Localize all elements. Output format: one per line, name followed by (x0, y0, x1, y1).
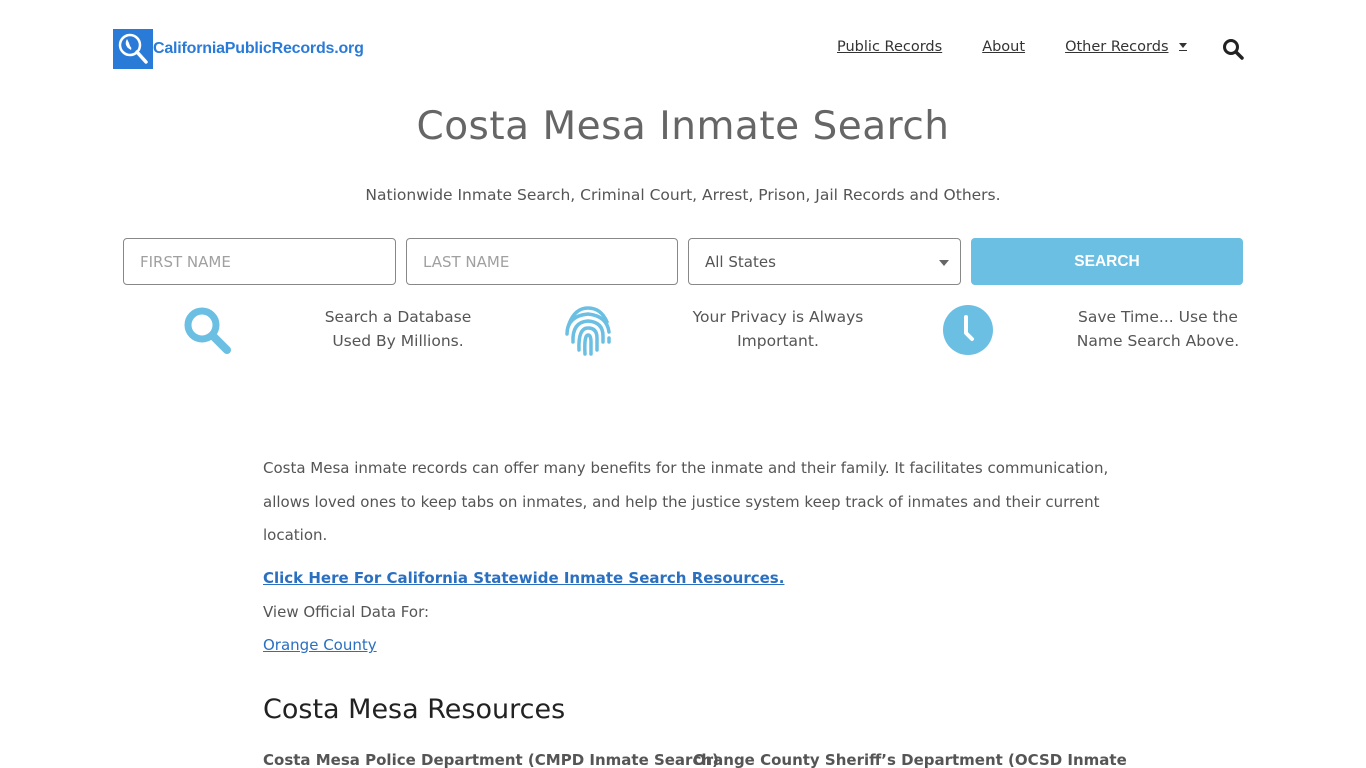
feature-text-save-time: Save Time... Use the Name Search Above. (1076, 308, 1240, 350)
intro-paragraph: Costa Mesa inmate records can offer many… (263, 459, 1109, 544)
logo-magnifier-icon (113, 29, 153, 69)
nav-about[interactable]: About (982, 39, 1025, 55)
last-name-input[interactable] (406, 238, 678, 285)
inmate-search-form: All States SEARCH (123, 238, 1243, 285)
nav-other-records-wrap[interactable]: Other Records (1065, 39, 1187, 55)
resource-item[interactable]: Orange County Sheriff’s Department (OCSD… (693, 751, 1127, 768)
clock-icon (941, 304, 995, 362)
statewide-resources-link[interactable]: Click Here For California Statewide Inma… (263, 569, 784, 587)
main-nav: Public Records About Other Records (837, 39, 1187, 55)
state-select-value: All States (705, 252, 776, 271)
page-title: Costa Mesa Inmate Search (416, 104, 950, 149)
feature-text-privacy: Your Privacy is Always Important. (692, 308, 864, 350)
page-subtitle: Nationwide Inmate Search, Criminal Court… (365, 186, 1001, 204)
view-official-label: View Official Data For: (263, 603, 430, 621)
magnifier-icon (181, 304, 235, 362)
nav-public-records[interactable]: Public Records (837, 39, 942, 55)
nav-other-records[interactable]: Other Records (1065, 39, 1168, 55)
state-select[interactable]: All States (688, 238, 961, 285)
features-row: Search a Database Used By Millions. Your… (123, 300, 1243, 370)
search-button[interactable]: SEARCH (971, 238, 1243, 285)
resources-heading: Costa Mesa Resources (263, 694, 566, 725)
resource-item[interactable]: Costa Mesa Police Department (CMPD Inmat… (263, 751, 719, 768)
first-name-input[interactable] (123, 238, 396, 285)
chevron-down-icon[interactable] (1178, 42, 1187, 51)
site-logo[interactable]: CaliforniaPublicRecords.org (113, 29, 364, 69)
logo-text: CaliforniaPublicRecords.org (153, 40, 364, 57)
fingerprint-icon (561, 304, 615, 362)
caret-down-icon (939, 260, 949, 266)
search-icon[interactable] (1222, 38, 1246, 62)
feature-text-database: Search a Database Used By Millions. (324, 308, 472, 350)
main-content: Costa Mesa inmate records can offer many… (263, 452, 1113, 553)
orange-county-link[interactable]: Orange County (263, 636, 377, 654)
site-header: CaliforniaPublicRecords.org Public Recor… (0, 0, 1366, 100)
